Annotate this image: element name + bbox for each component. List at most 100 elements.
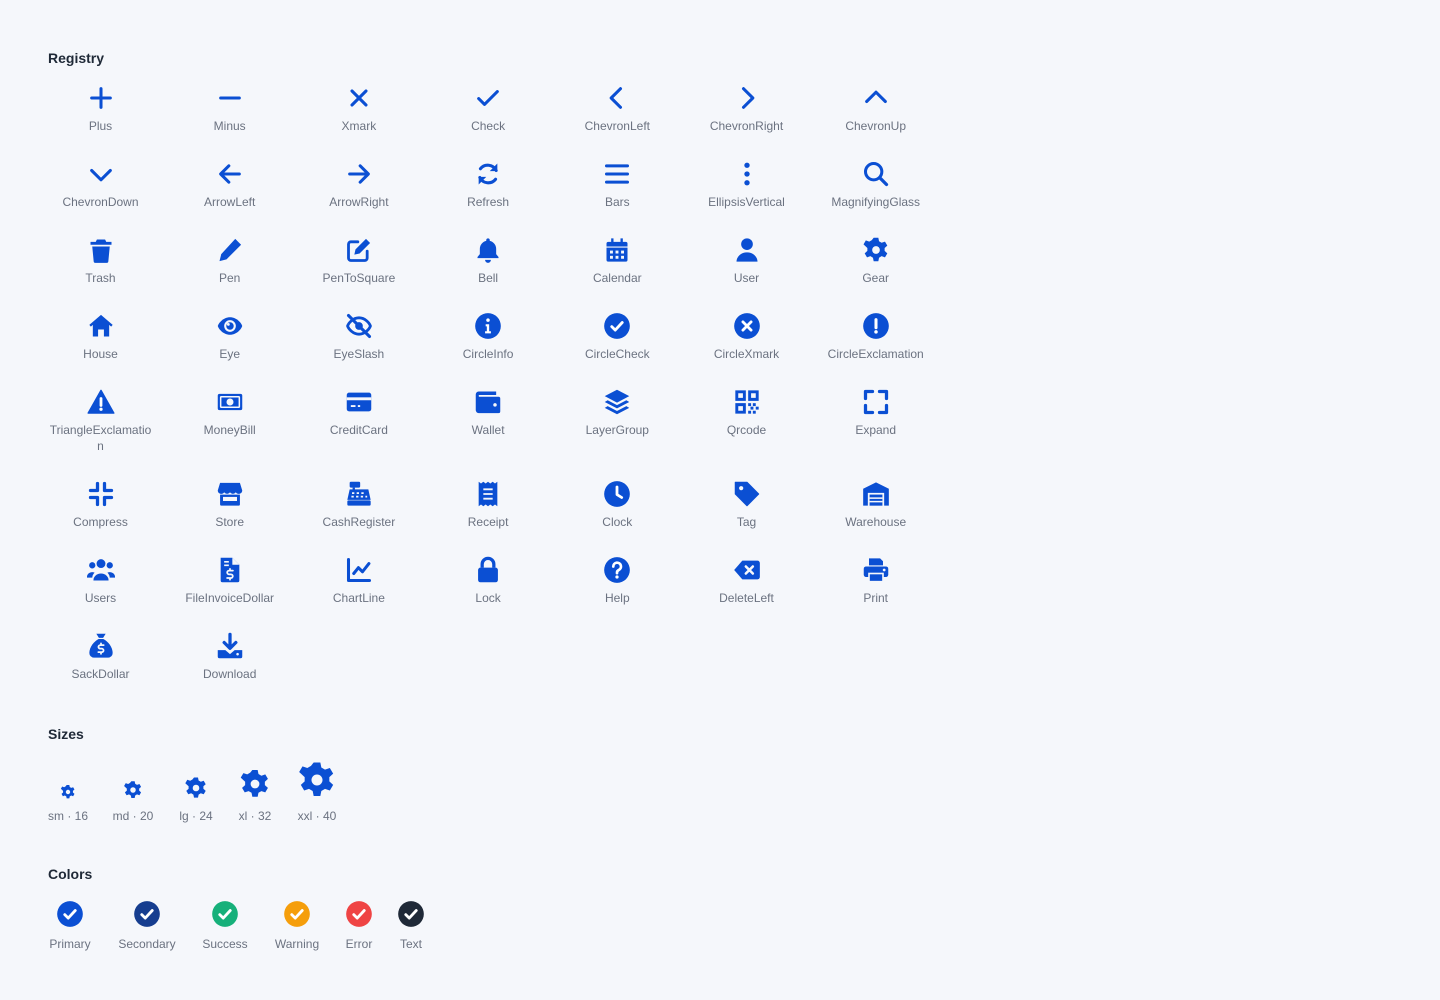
size-label: md · 20 xyxy=(112,809,154,823)
registry-item: Check xyxy=(436,84,541,134)
store-icon xyxy=(217,482,242,506)
gear-icon xyxy=(863,237,888,262)
registry-item: Trash xyxy=(48,236,153,286)
cash-register-icon xyxy=(347,481,371,506)
registry-item-label: Bars xyxy=(604,195,630,209)
registry-item: Clock xyxy=(565,480,670,530)
chevron-right-icon xyxy=(741,87,754,109)
warehouse-icon xyxy=(862,482,889,506)
registry-item: Store xyxy=(177,480,282,530)
calendar-icon xyxy=(606,238,628,262)
registry-item-label: User xyxy=(733,271,760,285)
registry-item: Print xyxy=(823,556,928,606)
chevron-left-icon xyxy=(609,87,623,109)
registry-item-label: Tag xyxy=(736,515,757,529)
expand-icon xyxy=(863,389,888,415)
download-icon xyxy=(217,632,242,659)
registry-item-label: ArrowRight xyxy=(329,195,389,209)
registry-item: MoneyBill xyxy=(177,388,282,438)
plus-icon xyxy=(89,87,112,109)
size-label: xxl · 40 xyxy=(297,809,337,823)
chart-line-icon xyxy=(346,557,371,583)
color-sample: Secondary xyxy=(107,900,187,951)
registry-item: Refresh xyxy=(436,160,541,210)
color-label: Text xyxy=(399,937,422,951)
sizes-heading: Sizes xyxy=(48,726,84,742)
user-icon xyxy=(736,238,757,262)
circle-info-icon xyxy=(475,313,501,339)
registry-item-label: CircleInfo xyxy=(462,347,514,361)
color-label: Primary xyxy=(49,937,91,951)
registry-item-label: ChevronLeft xyxy=(584,119,650,133)
color-label: Warning xyxy=(274,937,320,951)
registry-item-label: Expand xyxy=(855,423,897,437)
eye-icon xyxy=(217,317,242,335)
registry-item: Bars xyxy=(565,160,670,210)
registry-heading: Registry xyxy=(48,50,105,66)
registry-item-label: Gear xyxy=(862,271,890,285)
lock-icon xyxy=(478,556,499,583)
compress-icon xyxy=(88,481,113,507)
registry-item-label: Bell xyxy=(478,271,499,285)
registry-item: EllipsisVertical xyxy=(694,160,799,210)
registry-item-label: FileInvoiceDollar xyxy=(185,591,275,605)
registry-item-label: MoneyBill xyxy=(203,423,256,437)
triangle-exclamation-icon xyxy=(86,389,115,414)
color-sample: Text xyxy=(371,900,451,951)
registry-item: User xyxy=(694,236,799,286)
registry-item-label: Wallet xyxy=(471,423,505,437)
bell-icon xyxy=(477,238,499,263)
registry-item: CircleCheck xyxy=(565,312,670,362)
registry-item-label: Pen xyxy=(219,271,241,285)
gear-icon xyxy=(124,781,142,798)
registry-item-label: Store xyxy=(215,515,245,529)
trash-icon xyxy=(90,239,111,263)
registry-item-label: SackDollar xyxy=(71,667,130,681)
registry-item-label: Trash xyxy=(85,271,116,285)
registry-item: Calendar xyxy=(565,236,670,286)
registry-item-label: Eye xyxy=(219,347,241,361)
chevron-up-icon xyxy=(864,90,887,104)
check-icon xyxy=(477,90,499,106)
registry-item: Download xyxy=(177,632,282,682)
registry-item: ArrowLeft xyxy=(177,160,282,210)
size-label: lg · 24 xyxy=(179,809,213,823)
registry-item-label: Users xyxy=(84,591,117,605)
ellipsis-vertical-icon xyxy=(743,162,750,186)
registry-item: Warehouse xyxy=(823,480,928,530)
pen-to-square-icon xyxy=(346,238,370,262)
registry-item: CreditCard xyxy=(306,388,411,438)
color-sample: Success xyxy=(185,900,265,951)
registry-item: CircleInfo xyxy=(436,312,541,362)
registry-item-label: House xyxy=(83,347,118,361)
receipt-icon xyxy=(478,481,498,507)
registry-item: Pen xyxy=(177,236,282,286)
registry-item-label: Download xyxy=(203,667,257,681)
circle-check-icon xyxy=(398,901,424,927)
house-icon xyxy=(88,314,113,337)
pen-icon xyxy=(219,238,241,262)
registry-item-label: Qrcode xyxy=(726,423,767,437)
circle-check-icon xyxy=(134,901,160,927)
tag-icon xyxy=(734,481,759,507)
clock-icon xyxy=(604,481,631,507)
registry-item-label: Compress xyxy=(73,515,128,529)
arrow-right-icon xyxy=(348,164,370,184)
help-icon xyxy=(604,557,631,583)
registry-item: CashRegister xyxy=(306,480,411,530)
gear-icon xyxy=(299,762,334,796)
circle-check-icon xyxy=(346,901,372,927)
registry-item: ChevronRight xyxy=(694,84,799,134)
color-label: Success xyxy=(202,937,248,951)
registry-item: Xmark xyxy=(306,84,411,134)
eye-slash-icon xyxy=(346,313,372,339)
registry-item: MagnifyingGlass xyxy=(823,160,928,210)
size-sample: xxl · 40 xyxy=(277,760,357,823)
registry-item: ChevronLeft xyxy=(565,84,670,134)
registry-item-label: CashRegister xyxy=(322,515,396,529)
registry-item-label: Clock xyxy=(602,515,633,529)
sack-dollar-icon xyxy=(88,633,113,658)
registry-item: Qrcode xyxy=(694,388,799,438)
color-label: Secondary xyxy=(118,937,176,951)
registry-item: Minus xyxy=(177,84,282,134)
